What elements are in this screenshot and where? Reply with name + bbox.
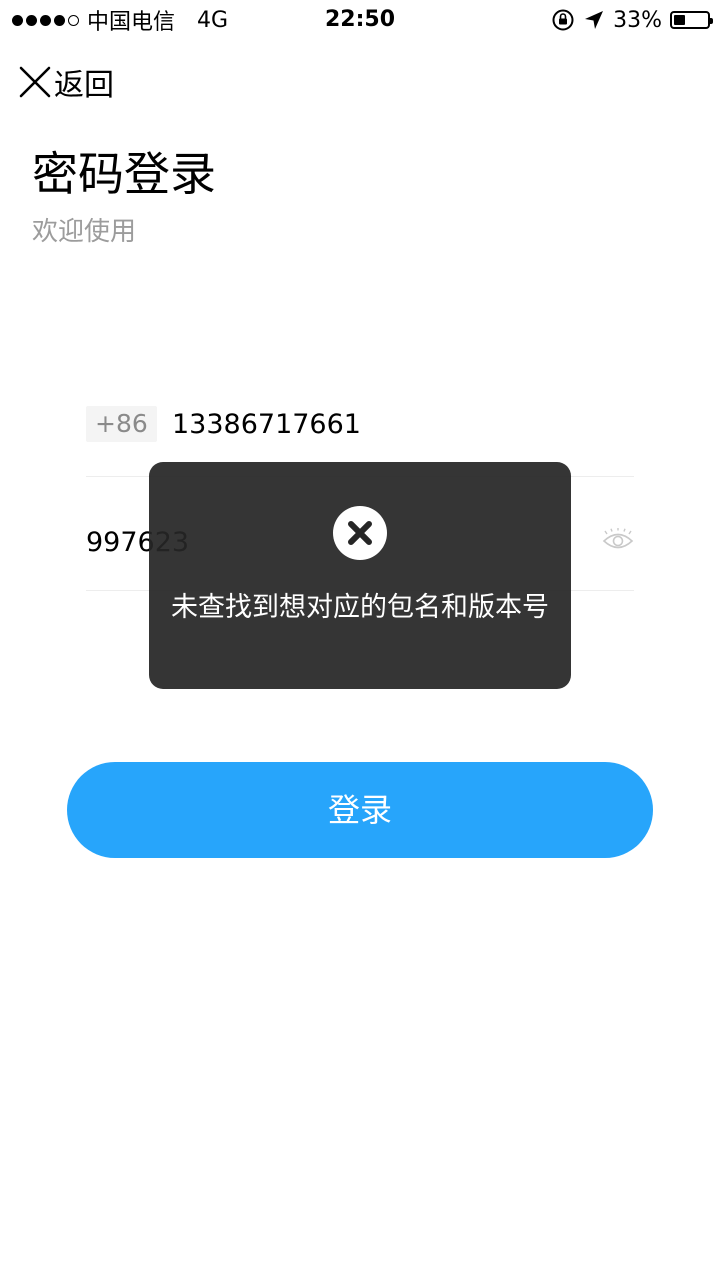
phone-input[interactable] (172, 406, 612, 442)
error-toast: 未查找到想对应的包名和版本号 (149, 462, 571, 689)
page-subtitle: 欢迎使用 (32, 217, 137, 247)
battery-icon (670, 11, 713, 29)
phone-row: +86 (86, 362, 634, 477)
country-code-selector[interactable]: +86 (86, 406, 157, 442)
login-button[interactable]: 登录 (67, 762, 653, 858)
toast-message: 未查找到想对应的包名和版本号 (171, 592, 549, 623)
status-right: 33% (551, 6, 713, 34)
battery-level (674, 15, 685, 25)
rotation-lock-icon (552, 9, 574, 31)
page-title: 密码登录 (32, 147, 216, 201)
battery-percentage: 33% (613, 7, 662, 33)
location-arrow-icon (585, 11, 604, 29)
battery-cap (710, 18, 713, 24)
close-icon (19, 66, 51, 98)
status-bar: 中国电信 4G 22:50 33% (0, 0, 720, 40)
error-icon (333, 506, 387, 560)
back-button[interactable]: 返回 (18, 62, 114, 103)
eye-icon[interactable] (602, 528, 634, 554)
back-label: 返回 (54, 68, 114, 103)
